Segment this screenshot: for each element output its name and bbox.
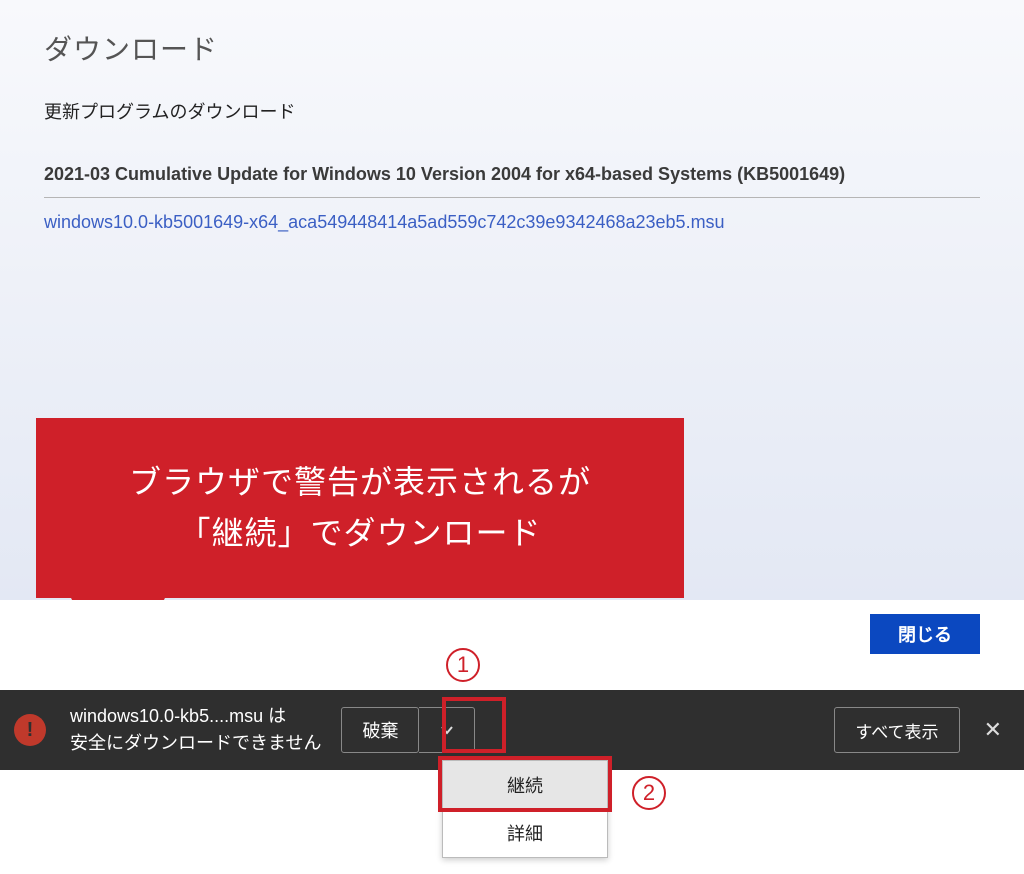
warning-icon: ! [14,714,46,746]
dropdown-details[interactable]: 詳細 [443,809,607,857]
step-badge-1: 1 [446,648,480,682]
download-file-name: windows10.0-kb5....msu は [70,703,321,730]
browser-download-bar: ! windows10.0-kb5....msu は 安全にダウンロードできませ… [0,690,1024,770]
close-bar-button[interactable]: ✕ [976,709,1010,751]
step-badge-2: 2 [632,776,666,810]
dropdown-continue[interactable]: 継続 [443,761,607,809]
download-warning-text: windows10.0-kb5....msu は 安全にダウンロードできません [70,703,321,757]
discard-button[interactable]: 破棄 [341,707,419,753]
download-warning-line: 安全にダウンロードできません [70,730,321,757]
annotation-callout: ブラウザで警告が表示されるが 「継続」でダウンロード [36,418,684,598]
download-file-link[interactable]: windows10.0-kb5001649-x64_aca549448414a5… [44,212,725,232]
show-all-button[interactable]: すべて表示 [834,707,959,753]
update-title: 2021-03 Cumulative Update for Windows 10… [44,164,980,198]
close-button[interactable]: 閉じる [870,614,980,654]
callout-line-2: 「継続」でダウンロード [178,508,541,559]
download-options-dropdown: 継続 詳細 [442,760,608,858]
page-subtitle: 更新プログラムのダウンロード [44,98,980,124]
callout-line-1: ブラウザで警告が表示されるが [129,457,591,508]
download-options-chevron[interactable] [419,707,475,753]
chevron-down-icon [440,723,454,737]
page-title: ダウンロード [44,28,980,68]
